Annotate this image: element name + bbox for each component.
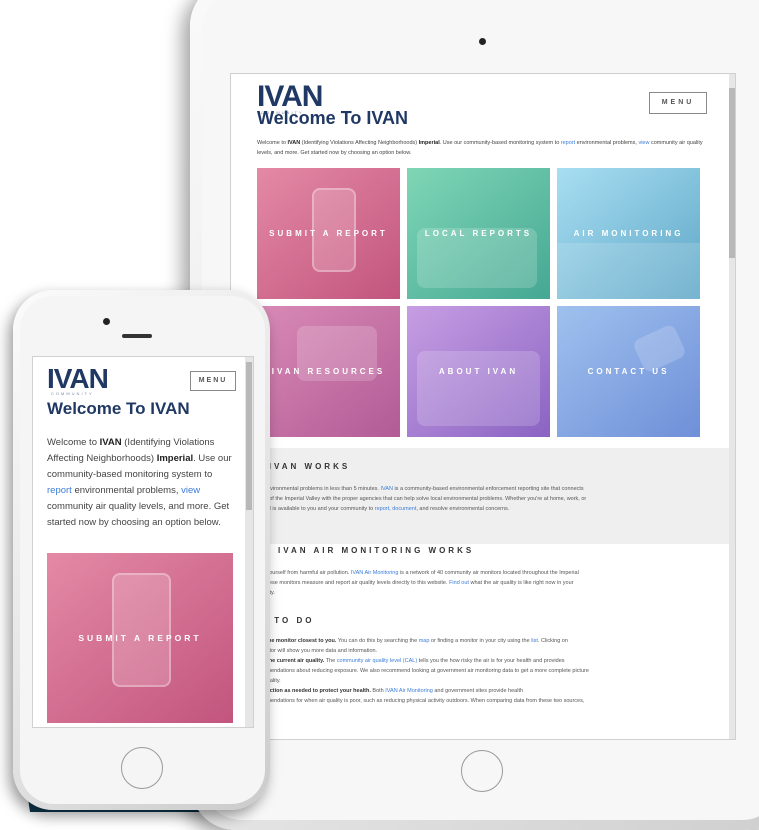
view-link[interactable]: view	[638, 140, 649, 146]
intro-part: Welcome to	[47, 437, 100, 448]
menu-button[interactable]: MENU	[649, 92, 707, 114]
text-part: or finding a monitor in your city using …	[429, 638, 532, 644]
cal-link[interactable]: community air quality level (CAL)	[337, 658, 417, 664]
text-part: is a network of 40 community air monitor…	[398, 570, 579, 576]
tile-label: AIR MONITORING	[573, 229, 684, 238]
phone-camera-icon	[103, 318, 110, 325]
tile-contact-us[interactable]: CONTACT US	[557, 306, 700, 437]
page-title: Welcome To IVAN	[47, 399, 190, 418]
what-to-do-text: Find the monitor closest to you. You can…	[253, 636, 723, 706]
intro-imperial: Imperial	[156, 453, 194, 464]
find-out-link[interactable]: Find out	[449, 580, 469, 586]
text-part: ley. These monitors measure and report a…	[253, 580, 450, 586]
tile-submit-report[interactable]: SUBMIT A REPORT	[47, 553, 233, 723]
report-link[interactable]: report	[375, 506, 389, 512]
intro-part: Welcome to	[257, 140, 288, 146]
phone-home-button[interactable]	[121, 747, 163, 789]
ivan-link[interactable]: IVAN	[380, 486, 392, 492]
intro-part: (Identifying Violations Affecting Neighb…	[300, 140, 419, 146]
page-title: Welcome To IVAN	[257, 108, 409, 128]
phone-photo-deco	[112, 573, 171, 687]
air-monitoring-link[interactable]: IVAN Air Monitoring	[351, 570, 399, 576]
report-link[interactable]: report	[561, 140, 575, 146]
text-part: tells you the how risky the air is for y…	[417, 658, 565, 664]
intro-ivan: IVAN	[287, 140, 301, 146]
intro-part: environmental problems,	[575, 140, 639, 146]
tile-about-ivan[interactable]: ABOUT IVAN	[407, 306, 550, 437]
tile-label: SUBMIT A REPORT	[269, 229, 388, 238]
phone-logo[interactable]: IVAN COMMUNITY	[47, 363, 109, 397]
text-part: The	[324, 658, 337, 664]
report-link[interactable]: report	[47, 485, 72, 496]
intro-part: environmental problems,	[71, 485, 182, 496]
air-works-text: otect yourself from harmful air pollutio…	[253, 568, 723, 598]
tablet-camera-icon	[479, 38, 486, 45]
tile-ivan-resources[interactable]: IVAN RESOURCES	[257, 306, 400, 437]
tablet-home-button[interactable]	[461, 750, 503, 792]
tablet-screen: IVAN COMMUNITY MENU Welcome To IVAN Welc…	[230, 73, 736, 740]
tablet-scrollbar-thumb[interactable]	[729, 88, 735, 258]
intro-ivan: IVAN	[99, 437, 122, 448]
logo-text: IVAN	[47, 363, 109, 394]
tile-submit-report[interactable]: SUBMIT A REPORT	[257, 168, 400, 299]
text-part: port environmental problems in less than…	[253, 486, 381, 492]
air-monitoring-link-2[interactable]: IVAN Air Monitoring	[385, 688, 433, 694]
phone-speaker	[122, 334, 152, 338]
tile-label: IVAN RESOURCES	[271, 367, 386, 376]
how-works-section: W IVAN WORKS port environmental problems…	[231, 448, 729, 544]
text-part: is a community-based environmental enfor…	[392, 486, 584, 492]
text-part: ecommendations for when air quality is p…	[253, 698, 585, 704]
text-part: e monitor will show you more data and in…	[253, 648, 378, 654]
tile-label: LOCAL REPORTS	[424, 229, 533, 238]
step3-title: Take action as needed to protect your he…	[253, 688, 371, 694]
view-link[interactable]: view	[181, 485, 200, 496]
text-part: and government sites provide health	[432, 688, 524, 694]
group-photo-deco	[417, 351, 540, 426]
intro-imperial: Imperial	[418, 140, 440, 146]
intro-part: community air quality levels, and more. …	[47, 501, 230, 528]
text-part: You can do this by searching the	[336, 638, 419, 644]
air-works-heading: OW IVAN AIR MONITORING WORKS	[253, 546, 475, 555]
intro-part: . Use our community-based monitoring sys…	[439, 140, 561, 146]
sky-deco	[557, 243, 700, 299]
tile-local-reports[interactable]: LOCAL REPORTS	[407, 168, 550, 299]
logo-text: IVAN	[257, 80, 323, 113]
menu-button[interactable]: MENU	[190, 371, 236, 391]
text-part: , and resolve environmental concerns.	[416, 506, 510, 512]
tile-label: ABOUT IVAN	[438, 367, 519, 376]
tile-label: SUBMIT A REPORT	[78, 633, 202, 643]
intro-text: Welcome to IVAN (Identifying Violations …	[257, 138, 707, 158]
document-link[interactable]: document	[392, 506, 416, 512]
text-part: Both	[370, 688, 386, 694]
text-part: idents of the Imperial Valley with the p…	[253, 496, 587, 502]
tablet-scrollbar[interactable]	[729, 74, 735, 739]
text-part: what the air quality is like right now i…	[468, 580, 574, 586]
text-part: . Clicking on	[537, 638, 568, 644]
how-works-text: port environmental problems in less than…	[253, 484, 723, 514]
text-part: ecommendations about reducing exposure. …	[253, 668, 589, 674]
phone-scrollbar-thumb[interactable]	[246, 362, 252, 510]
phone-screen: IVAN COMMUNITY MENU Welcome To IVAN Welc…	[32, 356, 254, 728]
phone-scrollbar[interactable]	[245, 357, 253, 727]
text-part: y, IVAN is available to you and your com…	[253, 506, 375, 512]
tile-air-monitoring[interactable]: AIR MONITORING	[557, 168, 700, 299]
intro-text: Welcome to IVAN (Identifying Violations …	[47, 435, 237, 531]
tile-label: CONTACT US	[587, 367, 670, 376]
map-link[interactable]: map	[419, 638, 430, 644]
list-link[interactable]: list	[531, 638, 538, 644]
